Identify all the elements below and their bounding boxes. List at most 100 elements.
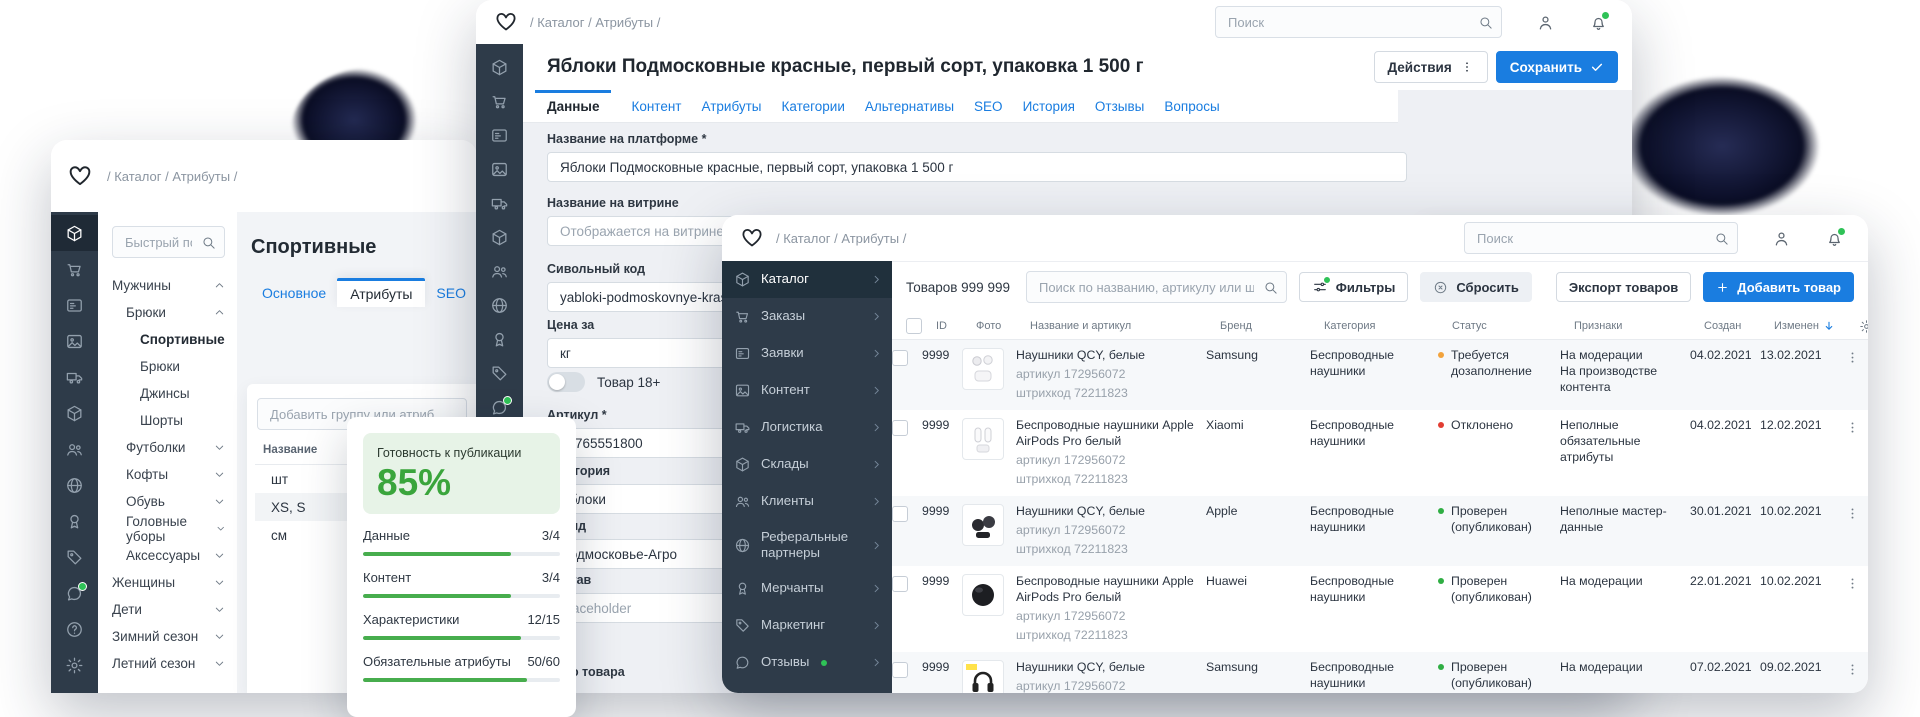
rail-item-questions[interactable]	[51, 611, 98, 647]
adult-toggle[interactable]: Товар 18+	[547, 372, 660, 392]
row-menu-button[interactable]	[1836, 574, 1868, 591]
col-photo[interactable]: Фото	[976, 320, 1030, 332]
quick-search[interactable]	[112, 226, 226, 258]
sidebar-item-logistics[interactable]: Логистика	[722, 409, 892, 446]
row-menu-button[interactable]	[1836, 504, 1868, 521]
product-name[interactable]: Наушники QCY, белые	[1016, 504, 1206, 520]
global-search[interactable]	[1215, 6, 1502, 38]
product-name[interactable]: Наушники QCY, белые	[1016, 348, 1206, 364]
tree-item[interactable]: Зимний сезон	[112, 623, 225, 650]
rail-item-merchants[interactable]	[51, 503, 98, 539]
quick-search-input[interactable]	[123, 233, 195, 251]
profile-icon[interactable]	[1536, 13, 1555, 32]
toggle-pill[interactable]	[547, 372, 585, 392]
tree-item[interactable]: Брюки	[112, 353, 225, 380]
tab-alternatives[interactable]: Альтернативы	[865, 99, 954, 122]
table-row[interactable]: 9999 Беспроводные наушники Apple AirPods…	[892, 566, 1868, 652]
tree-item[interactable]: Обувь	[112, 488, 225, 515]
rail-item-clients[interactable]	[51, 431, 98, 467]
breadcrumb[interactable]: / Каталог / Атрибуты /	[776, 231, 906, 246]
sidebar-item-questions[interactable]: Вопросы	[722, 681, 892, 693]
rail-item-content[interactable]	[51, 323, 98, 359]
rail-item-orders[interactable]	[476, 84, 523, 118]
rail-item-catalog[interactable]	[51, 215, 98, 251]
row-checkbox[interactable]	[892, 505, 908, 522]
rail-item-marketing[interactable]	[476, 356, 523, 390]
table-row[interactable]: 9999 Наушники QCY, белые артикул 17295607…	[892, 340, 1868, 410]
rail-item-orders[interactable]	[51, 251, 98, 287]
tab-main[interactable]: Основное	[251, 279, 337, 307]
rail-item-requests[interactable]	[51, 287, 98, 323]
sidebar-item-clients[interactable]: Клиенты	[722, 483, 892, 520]
sidebar-item-marketing[interactable]: Маркетинг	[722, 607, 892, 644]
global-search[interactable]	[1464, 222, 1738, 254]
notifications-button[interactable]	[1589, 10, 1610, 32]
tree-item[interactable]: Дети	[112, 596, 225, 623]
tree-item[interactable]: Футболки	[112, 434, 225, 461]
global-search-input[interactable]	[1475, 229, 1707, 247]
table-row[interactable]: 9999 Беспроводные наушники Apple AirPods…	[892, 410, 1868, 496]
tab-history[interactable]: История	[1023, 99, 1075, 122]
sidebar-item-orders[interactable]: Заказы	[722, 298, 892, 335]
add-product-button[interactable]: Добавить товар	[1703, 272, 1854, 302]
table-row[interactable]: 9999 Наушники QCY, белые артикул 17295607…	[892, 495, 1868, 566]
platform-name-input[interactable]	[547, 152, 1407, 182]
row-checkbox[interactable]	[892, 575, 908, 592]
tab-data[interactable]: Данные	[535, 90, 612, 122]
col-status[interactable]: Статус	[1452, 320, 1574, 332]
breadcrumb[interactable]: / Каталог / Атрибуты /	[530, 15, 660, 30]
tab-reviews[interactable]: Отзывы	[1095, 99, 1144, 122]
tab-seo[interactable]: SEO	[974, 99, 1003, 122]
tree-item[interactable]: Головные уборы	[112, 514, 225, 544]
tab-seo[interactable]: SEO	[425, 279, 477, 307]
product-search-input[interactable]	[1036, 278, 1256, 296]
tree-item[interactable]: Брюки	[112, 299, 225, 326]
sidebar-item-referral-partners[interactable]: Реферальные партнеры	[722, 520, 892, 570]
rail-item-content[interactable]	[476, 152, 523, 186]
row-menu-button[interactable]	[1836, 660, 1868, 677]
rail-item-settings[interactable]	[51, 647, 98, 683]
col-brand[interactable]: Бренд	[1220, 320, 1324, 332]
rail-item-warehouses[interactable]	[51, 395, 98, 431]
product-name[interactable]: Наушники QCY, белые	[1016, 660, 1206, 676]
sidebar-item-reviews[interactable]: Отзывы	[722, 644, 892, 681]
product-search[interactable]	[1025, 271, 1287, 303]
tab-content[interactable]: Контент	[631, 99, 681, 122]
col-created[interactable]: Создан	[1704, 320, 1774, 332]
rail-item-catalog[interactable]	[476, 50, 523, 84]
rail-item-logistics[interactable]	[476, 186, 523, 220]
select-all-checkbox[interactable]	[906, 318, 922, 334]
rail-item-referrals[interactable]	[476, 288, 523, 322]
col-modified[interactable]: Изменен	[1774, 320, 1850, 332]
save-button[interactable]: Сохранить	[1495, 51, 1618, 83]
tree-item[interactable]: Аксессуары	[112, 542, 225, 569]
tree-item[interactable]: Женщины	[112, 569, 225, 596]
col-name[interactable]: Название и артикул	[1030, 320, 1220, 332]
rail-item-marketing[interactable]	[51, 539, 98, 575]
tree-item[interactable]: Летний сезон	[112, 650, 225, 677]
row-menu-button[interactable]	[1836, 418, 1868, 435]
col-category[interactable]: Категория	[1324, 320, 1452, 332]
tab-questions[interactable]: Вопросы	[1164, 99, 1219, 122]
product-name[interactable]: Беспроводные наушники Apple AirPods Pro …	[1016, 574, 1206, 606]
profile-icon[interactable]	[1772, 229, 1791, 248]
rail-item-reviews[interactable]	[51, 575, 98, 611]
export-button[interactable]: Экспорт товаров	[1555, 272, 1692, 302]
tab-categories[interactable]: Категории	[782, 99, 845, 122]
sidebar-item-merchants[interactable]: Мерчанты	[722, 570, 892, 607]
rail-item-referrals[interactable]	[51, 467, 98, 503]
rail-item-requests[interactable]	[476, 118, 523, 152]
global-search-input[interactable]	[1226, 13, 1471, 31]
row-checkbox[interactable]	[892, 350, 908, 366]
tree-item[interactable]: Кофты	[112, 461, 225, 488]
sidebar-item-content[interactable]: Контент	[722, 372, 892, 409]
notifications-button[interactable]	[1825, 226, 1846, 248]
tree-item[interactable]: Мужчины	[112, 272, 225, 299]
tree-item-active[interactable]: Спортивные	[112, 326, 225, 353]
rail-item-merchants[interactable]	[476, 322, 523, 356]
sidebar-item-catalog[interactable]: Каталог	[722, 261, 892, 298]
row-checkbox[interactable]	[892, 419, 908, 436]
table-row[interactable]: 9999 Наушники QCY, белые артикул 17295607…	[892, 651, 1868, 693]
col-signs[interactable]: Признаки	[1574, 320, 1704, 332]
tab-attributes[interactable]: Атрибуты	[702, 99, 762, 122]
